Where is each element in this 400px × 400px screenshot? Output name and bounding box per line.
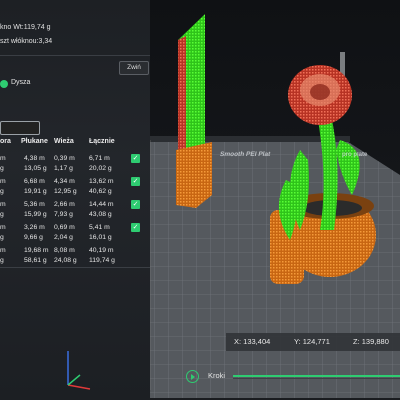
collapse-button[interactable]: Zwiń — [119, 61, 149, 75]
table-cell: 8,08 m — [54, 247, 75, 254]
table-cell: 24,08 g — [54, 257, 77, 264]
table-cell: 13,05 g — [24, 165, 47, 172]
table-cell: 16,01 g — [89, 234, 112, 241]
table-cell: 5,36 m — [24, 201, 45, 208]
table-cell: m — [0, 224, 6, 231]
table-cell: 4,38 m — [24, 155, 45, 162]
bed-label-right: pro plate — [342, 152, 368, 158]
table-cell: 12,95 g — [54, 188, 77, 195]
table-cell: 1,17 g — [54, 165, 73, 172]
table-cell: 119,74 g — [89, 257, 115, 264]
table-cell: m — [0, 155, 6, 162]
steps-slider[interactable] — [233, 375, 400, 377]
col-header-tower: Wieża — [54, 138, 74, 145]
filament-changes-line: szt włóknou:3,34 — [0, 38, 53, 45]
table-cell: 2,04 g — [54, 234, 73, 241]
slice-summary-panel: kno Wt:119,74 g szt włóknou:3,34 Zwiń Dy… — [0, 0, 150, 300]
table-cell: g — [0, 165, 4, 172]
table-cell: 6,71 m — [89, 155, 110, 162]
table-cell: 40,62 g — [89, 188, 112, 195]
table-cell: g — [0, 211, 4, 218]
table-cell: m — [0, 201, 6, 208]
table-cell: 9,66 g — [24, 234, 43, 241]
table-cell: g — [0, 234, 4, 241]
table-cell: 43,08 g — [89, 211, 112, 218]
table-cell: 3,26 m — [24, 224, 45, 231]
steps-label: Kroki — [208, 371, 226, 380]
table-cell: 5,41 m — [89, 224, 110, 231]
col-header-0: ora — [0, 138, 11, 145]
table-cell: 13,62 m — [89, 178, 114, 185]
table-cell: 40,19 m — [89, 247, 114, 254]
table-cell: 6,68 m — [24, 178, 45, 185]
bed-label: Smooth PEI Plat — [219, 151, 271, 158]
coord-y: Y: 124,771 — [294, 337, 330, 346]
coord-x: X: 133,404 — [234, 337, 271, 346]
table-cell: 7,93 g — [54, 211, 73, 218]
filament-visible-checkbox[interactable]: ✓ — [131, 177, 140, 186]
filament-visible-checkbox[interactable]: ✓ — [131, 200, 140, 209]
table-cell: 0,69 m — [54, 224, 75, 231]
table-cell: m — [0, 178, 6, 185]
table-cell: m — [0, 247, 6, 254]
nozzle-legend-label: Dysza — [11, 79, 31, 86]
axis-gizmo-icon — [67, 351, 91, 390]
col-header-flushed: Płukane — [21, 138, 48, 145]
play-icon[interactable] — [186, 370, 199, 383]
table-cell: 15,99 g — [24, 211, 47, 218]
filament-visible-checkbox[interactable]: ✓ — [131, 154, 140, 163]
divider — [0, 55, 150, 56]
bed-label-text: Smooth PEI Plat — [219, 151, 271, 158]
coordinate-readout: X: 133,404 Y: 124,771 Z: 139,880 — [226, 333, 400, 351]
filament-weight-line: kno Wt:119,74 g — [0, 24, 51, 31]
table-cell: 2,66 m — [54, 201, 75, 208]
table-cell: g — [0, 257, 4, 264]
coord-z: Z: 139,880 — [353, 337, 389, 346]
table-cell: g — [0, 188, 4, 195]
filter-input[interactable] — [0, 121, 40, 135]
table-cell: 20,02 g — [89, 165, 112, 172]
table-cell: 14,44 m — [89, 201, 114, 208]
table-cell: 19,68 m — [24, 247, 49, 254]
filament-visible-checkbox[interactable]: ✓ — [131, 223, 140, 232]
table-cell: 19,91 g — [24, 188, 47, 195]
table-cell: 4,34 m — [54, 178, 75, 185]
steps-slider-track — [233, 378, 400, 379]
divider — [0, 267, 150, 268]
nozzle-legend-swatch[interactable] — [0, 80, 8, 88]
col-header-total: Łącznie — [89, 138, 115, 145]
table-cell: 0,39 m — [54, 155, 75, 162]
table-cell: 58,61 g — [24, 257, 47, 264]
